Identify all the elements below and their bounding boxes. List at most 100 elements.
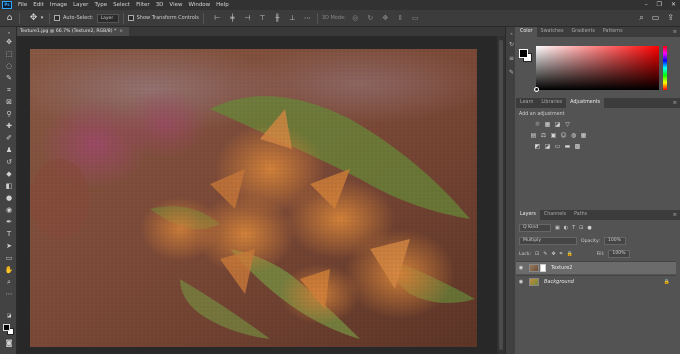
menu-file[interactable]: File: [15, 0, 30, 10]
3d-orbit-icon[interactable]: ◎: [350, 13, 361, 24]
panel-menu-icon[interactable]: ≡: [673, 27, 677, 37]
type-filter-icon[interactable]: T: [572, 225, 575, 231]
vertical-scrollbar[interactable]: [497, 36, 505, 354]
align-middle-icon[interactable]: ╫: [272, 13, 283, 24]
tab-paths[interactable]: Paths: [570, 210, 591, 220]
3d-scale-icon[interactable]: ▭: [410, 13, 421, 24]
zoom-tool-icon[interactable]: ⌕: [4, 278, 14, 287]
document-tab[interactable]: Texture1.jpg @ 66.7% (Texture2, RGB/8) *…: [17, 27, 129, 36]
align-top-icon[interactable]: ⊤: [257, 13, 268, 24]
more-options-icon[interactable]: ⋯: [302, 13, 313, 24]
tab-gradients[interactable]: Gradients: [567, 27, 598, 37]
menu-edit[interactable]: Edit: [30, 0, 47, 10]
curves-icon[interactable]: ◪: [554, 121, 561, 128]
selective-color-icon[interactable]: ▩: [574, 143, 581, 150]
layer-kind-filter[interactable]: Q Kind: [519, 224, 551, 232]
foreground-color[interactable]: [519, 49, 528, 58]
menu-type[interactable]: Type: [91, 0, 110, 10]
adjustment-filter-icon[interactable]: ◐: [564, 225, 568, 231]
tab-swatches[interactable]: Swatches: [537, 27, 568, 37]
tab-adjustments[interactable]: Adjustments: [566, 98, 605, 108]
close-tab-icon[interactable]: ×: [119, 29, 123, 34]
menu-3d[interactable]: 3D: [153, 0, 167, 10]
auto-select-dropdown[interactable]: Layer: [96, 13, 119, 23]
tab-libraries[interactable]: Libraries: [537, 98, 566, 108]
lock-position-icon[interactable]: ✥: [551, 251, 555, 257]
layer-row-texture2[interactable]: ◉ Texture2: [516, 261, 676, 274]
lock-transparent-icon[interactable]: ⊡: [535, 251, 539, 257]
move-tool-icon[interactable]: ✥: [28, 13, 39, 24]
exposure-icon[interactable]: ▽: [564, 121, 571, 128]
home-icon[interactable]: ⌂: [4, 13, 15, 24]
layer-row-background[interactable]: ◉ Background 🔒: [516, 275, 676, 288]
fill-input[interactable]: 100%: [608, 250, 631, 258]
3d-roll-icon[interactable]: ↻: [365, 13, 376, 24]
foreground-color-swatch[interactable]: [3, 324, 10, 331]
gradient-map-icon[interactable]: ▬: [564, 143, 571, 150]
eyedropper-tool-icon[interactable]: ⚲: [4, 110, 14, 119]
panel-menu-icon[interactable]: ≡: [673, 98, 677, 108]
menu-select[interactable]: Select: [110, 0, 133, 10]
quick-select-tool-icon[interactable]: ✎: [4, 74, 14, 83]
eye-icon[interactable]: ◉: [516, 265, 526, 271]
restore-icon[interactable]: ❐: [657, 0, 662, 10]
posterize-icon[interactable]: ◪: [544, 143, 551, 150]
marquee-tool-icon[interactable]: ⬚: [4, 50, 14, 59]
clone-stamp-icon[interactable]: ♟: [4, 146, 14, 155]
3d-slide-icon[interactable]: ⇕: [395, 13, 406, 24]
frame-tool-icon[interactable]: ⊠: [4, 98, 14, 107]
brush-tool-icon[interactable]: ✐: [4, 134, 14, 143]
tab-channels[interactable]: Channels: [540, 210, 570, 220]
crop-tool-icon[interactable]: ⌗: [4, 86, 14, 95]
blur-tool-icon[interactable]: ●: [4, 194, 14, 203]
menu-view[interactable]: View: [166, 0, 185, 10]
collapse-toolbox-icon[interactable]: »: [4, 28, 14, 37]
blend-mode-select[interactable]: Multiply: [519, 237, 577, 245]
close-window-icon[interactable]: ✕: [671, 0, 676, 10]
smart-object-filter-icon[interactable]: ●: [587, 225, 591, 231]
align-bottom-icon[interactable]: ⊥: [287, 13, 298, 24]
tab-layers[interactable]: Layers: [516, 210, 540, 220]
align-left-icon[interactable]: ⊢: [212, 13, 223, 24]
lock-artboard-icon[interactable]: ⌗: [560, 251, 563, 257]
shape-filter-icon[interactable]: ⊡: [579, 225, 583, 231]
lasso-tool-icon[interactable]: ◌: [4, 62, 14, 71]
minimize-icon[interactable]: –: [645, 0, 648, 10]
move-tool-icon[interactable]: ✥: [4, 38, 14, 47]
color-picker-handle[interactable]: [534, 87, 539, 92]
black-white-icon[interactable]: ▣: [550, 132, 557, 139]
menu-image[interactable]: Image: [47, 0, 70, 10]
lock-all-icon[interactable]: 🔒: [566, 251, 572, 257]
tab-color[interactable]: Color: [516, 27, 537, 37]
channel-mixer-icon[interactable]: ◍: [570, 132, 577, 139]
expand-panels-icon[interactable]: «: [508, 30, 515, 37]
color-lookup-icon[interactable]: ▦: [580, 132, 587, 139]
quick-mask-icon[interactable]: ◙: [4, 339, 14, 348]
menu-window[interactable]: Window: [185, 0, 213, 10]
menu-filter[interactable]: Filter: [133, 0, 153, 10]
image-canvas[interactable]: [30, 49, 477, 347]
path-select-icon[interactable]: ➤: [4, 242, 14, 251]
rectangle-tool-icon[interactable]: ▭: [4, 254, 14, 263]
align-right-icon[interactable]: ⊣: [242, 13, 253, 24]
brush-settings-icon[interactable]: ✎: [508, 69, 515, 76]
color-balance-icon[interactable]: ⚖: [540, 132, 547, 139]
invert-icon[interactable]: ◩: [534, 143, 541, 150]
hue-slider[interactable]: [663, 46, 667, 90]
history-brush-icon[interactable]: ↺: [4, 158, 14, 167]
3d-pan-icon[interactable]: ✥: [380, 13, 391, 24]
pen-tool-icon[interactable]: ✒: [4, 218, 14, 227]
chevron-down-icon[interactable]: ▾: [39, 13, 45, 24]
show-transform-checkbox[interactable]: [127, 15, 134, 21]
hand-tool-icon[interactable]: ✋: [4, 266, 14, 275]
healing-brush-icon[interactable]: ✚: [4, 122, 14, 131]
color-picker-field[interactable]: [534, 46, 659, 92]
eye-icon[interactable]: ◉: [516, 279, 526, 285]
align-center-icon[interactable]: ╪: [227, 13, 238, 24]
levels-icon[interactable]: ▦: [544, 121, 551, 128]
brightness-icon[interactable]: ☼: [534, 121, 541, 128]
gradient-tool-icon[interactable]: ◧: [4, 182, 14, 191]
search-icon[interactable]: ⌕: [639, 13, 643, 23]
opacity-input[interactable]: 100%: [603, 237, 626, 245]
workspace-icon[interactable]: ▭: [652, 13, 660, 23]
